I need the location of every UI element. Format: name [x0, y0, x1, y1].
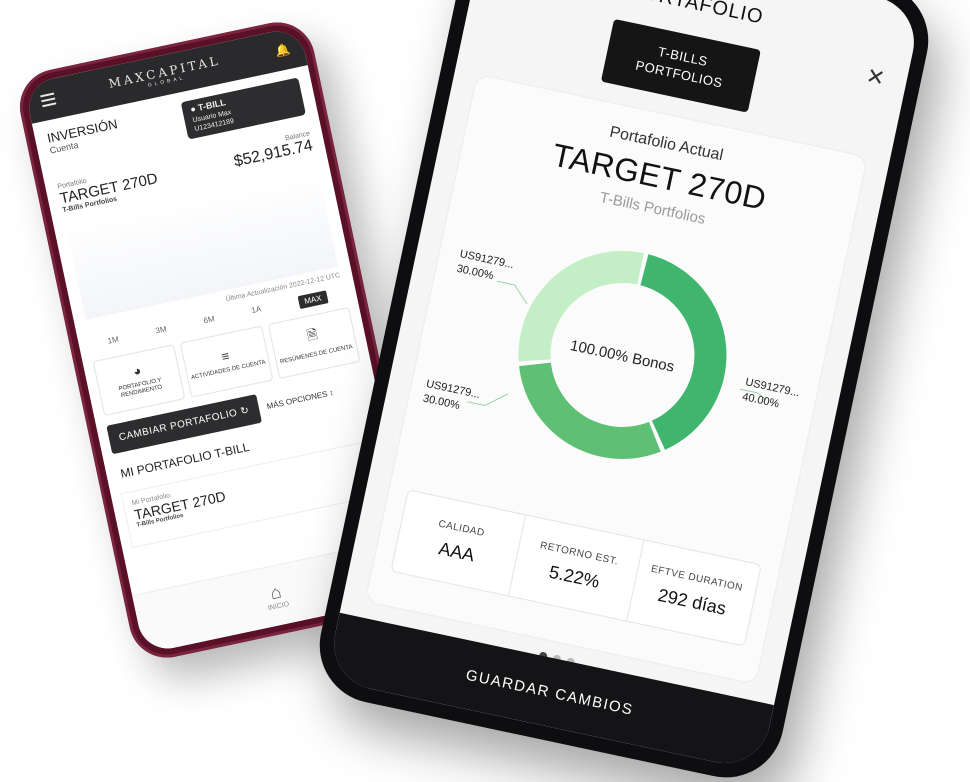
right-phone: PORTAFOLIO ✕ T-BILLS PORTFOLIOS Portafol…: [308, 0, 940, 782]
metrics-box: CALIDAD AAA RETORNO EST. 5.22% EFTVE DUR…: [390, 489, 762, 647]
refresh-icon: ↻: [239, 404, 251, 418]
right-phone-screen: PORTAFOLIO ✕ T-BILLS PORTFOLIOS Portafol…: [325, 0, 923, 772]
segment-label-top-left: US91279... 30.00%: [455, 247, 515, 287]
metric-duration: EFTVE DURATION 292 días: [627, 540, 761, 645]
save-changes-label: GUARDAR CAMBIOS: [464, 666, 636, 719]
metric-return-value: 5.22%: [547, 561, 602, 592]
home-label[interactable]: INICIO: [267, 600, 289, 611]
range-6m[interactable]: 6M: [203, 314, 217, 329]
list-icon: ≡: [220, 347, 231, 365]
more-options-label: MÁS OPCIONES: [265, 389, 329, 411]
range-1a[interactable]: 1A: [251, 304, 263, 319]
menu-icon[interactable]: [40, 92, 57, 108]
home-icon[interactable]: ⌂: [268, 581, 283, 604]
metric-quality: CALIDAD AAA: [391, 490, 527, 596]
pie-chart-icon: ◕: [131, 362, 143, 380]
close-icon[interactable]: ✕: [864, 63, 887, 92]
range-1m[interactable]: 1M: [107, 334, 121, 349]
segment-label-bottom-left: US91279... 30.00%: [421, 377, 481, 417]
more-options-button[interactable]: MÁS OPCIONES ↕: [266, 388, 334, 411]
chevron-icon: ↕: [328, 387, 335, 398]
stage: MAXCAPITAL GLOBAL 🔔 INVERSIÓN Cuenta ● T…: [0, 0, 970, 782]
bell-icon[interactable]: 🔔: [274, 42, 292, 59]
allocation-donut: 100.00% Bonos: [518, 251, 727, 459]
portfolio-performance-label: PORTAFOLIO Y RENDIMIENTO: [118, 377, 163, 400]
tbills-portfolios-tab[interactable]: T-BILLS PORTFOLIOS: [600, 18, 761, 113]
document-icon: 🗎: [305, 326, 319, 344]
range-max[interactable]: MAX: [297, 290, 329, 309]
segment-label-right: US91279... 40.00%: [741, 375, 801, 415]
donut-segment: [519, 362, 661, 459]
metric-return: RETORNO EST. 5.22%: [509, 515, 645, 621]
metric-duration-value: 292 días: [656, 584, 728, 619]
portfolio-card: Portafolio Actual TARGET 270D T-Bills Po…: [364, 73, 869, 685]
metric-quality-key: CALIDAD: [437, 518, 486, 540]
range-3m[interactable]: 3M: [155, 324, 169, 339]
donut-center-label: 100.00% Bonos: [569, 337, 676, 376]
metric-quality-value: AAA: [436, 538, 477, 566]
